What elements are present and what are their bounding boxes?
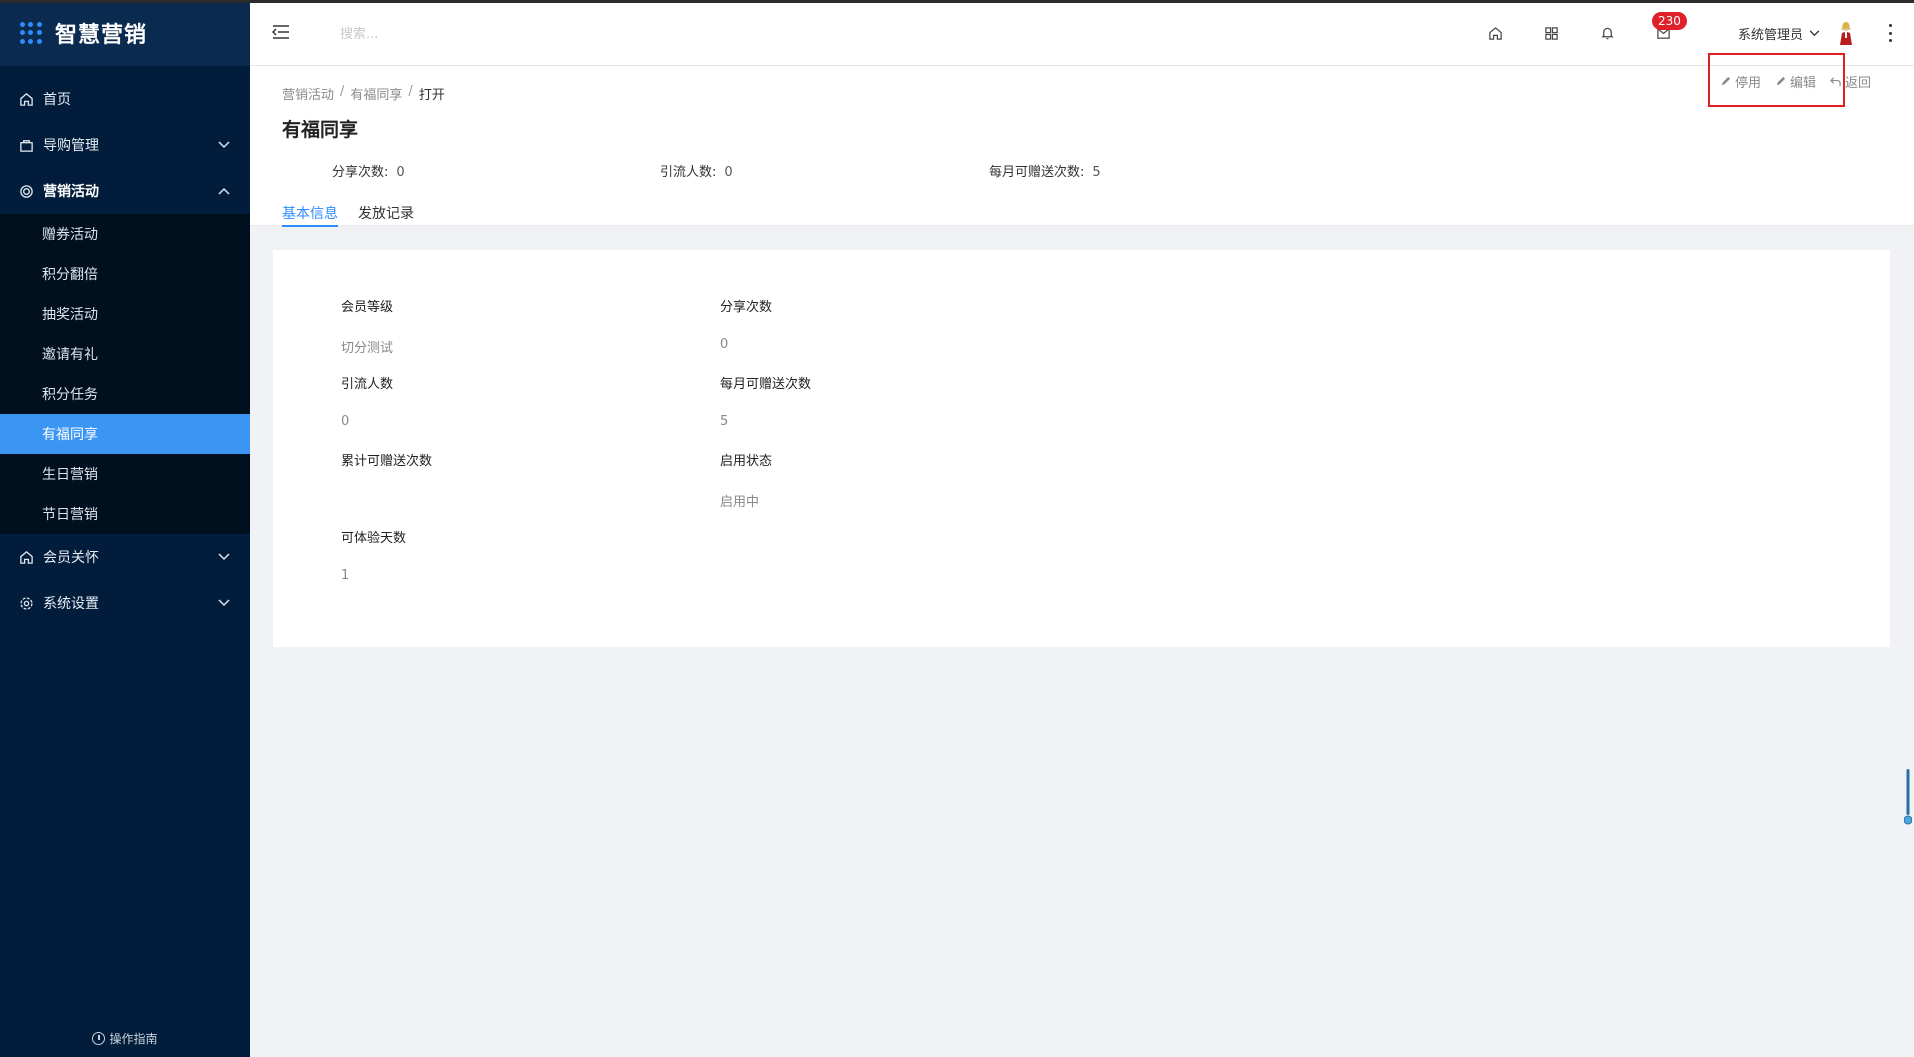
home-icon — [18, 549, 34, 565]
bag-icon — [18, 137, 34, 153]
sidebar-subitem-birthday[interactable]: 生日营销 — [0, 454, 250, 494]
logo[interactable]: 智慧营销 — [0, 0, 250, 66]
sidebar-subitem-share[interactable]: 有福同享 — [0, 414, 250, 454]
chevron-down-icon — [218, 137, 230, 153]
tabs: 基本信息 发放记录 — [282, 203, 434, 227]
sidebar-subitem-invite[interactable]: 邀请有礼 — [0, 334, 250, 374]
sidebar-item-label: 系统设置 — [43, 596, 99, 612]
sidebar-item-settings[interactable]: 系统设置 — [0, 580, 250, 626]
sidebar-subitem-points-task[interactable]: 积分任务 — [0, 374, 250, 414]
bell-icon[interactable] — [1598, 24, 1616, 42]
stat-value: 0 — [724, 165, 733, 180]
clock-icon — [92, 1032, 106, 1045]
gear-icon — [18, 595, 34, 611]
page-title: 有福同享 — [282, 119, 359, 141]
sidebar-subitem-coupon[interactable]: 赠券活动 — [0, 214, 250, 254]
field-label-monthly-gift-count: 每月可赠送次数 — [720, 377, 812, 392]
operation-guide-link[interactable]: 操作指南 — [0, 1030, 250, 1047]
chevron-down-icon — [218, 549, 230, 565]
breadcrumb-item[interactable]: 有福同享 — [350, 84, 402, 103]
marketing-submenu: 赠券活动 积分翻倍 抽奖活动 邀请有礼 积分任务 有福同享 生日营销 节日营销 — [0, 214, 250, 534]
chevron-up-icon — [218, 183, 230, 199]
field-value-trial-days: 1 — [341, 568, 350, 583]
sidebar-item-label: 会员关怀 — [43, 550, 99, 566]
field-value-share-count: 0 — [720, 337, 729, 352]
tab-basic-info[interactable]: 基本信息 — [282, 203, 338, 227]
sidebar-item-label: 营销活动 — [43, 184, 99, 200]
sidebar-item-home[interactable]: 首页 — [0, 76, 250, 122]
breadcrumb-separator: / — [340, 84, 345, 99]
breadcrumb: 营销活动 / 有福同享 / 打开 — [282, 84, 445, 103]
user-menu[interactable]: 系统管理员 — [1738, 24, 1820, 43]
sidebar-item-marketing[interactable]: 营销活动 — [0, 168, 250, 214]
sidebar-menu-bottom: 会员关怀 系统设置 — [0, 534, 250, 626]
stat-monthly-gift-count: 每月可赠送次数: 5 — [989, 161, 1101, 180]
sidebar-subitem-lottery[interactable]: 抽奖活动 — [0, 294, 250, 334]
field-label-share-count: 分享次数 — [720, 300, 773, 315]
field-label-trial-days: 可体验天数 — [341, 531, 407, 546]
thermometer-icon[interactable] — [1903, 768, 1913, 826]
stat-value: 0 — [396, 165, 405, 180]
more-vertical-icon[interactable] — [1887, 24, 1893, 42]
field-label-referral-count: 引流人数 — [341, 377, 394, 392]
sidebar-menu: 首页 导购管理 营销活动 — [0, 76, 250, 214]
highlight-box — [1708, 53, 1845, 107]
field-value-referral-count: 0 — [341, 414, 350, 429]
page-head: 营销活动 / 有福同享 / 打开 停用 编辑 返回 有福同享 分享次数: 0 引流… — [250, 66, 1914, 227]
chevron-down-icon — [1809, 30, 1820, 37]
field-label-member-level: 会员等级 — [341, 300, 394, 315]
sidebar-item-label: 首页 — [43, 92, 71, 108]
sidebar-item-label: 导购管理 — [43, 138, 99, 154]
logo-text: 智慧营销 — [55, 23, 148, 48]
breadcrumb-item[interactable]: 营销活动 — [282, 84, 334, 103]
sidebar-item-member-care[interactable]: 会员关怀 — [0, 534, 250, 580]
breadcrumb-separator: / — [408, 84, 413, 99]
stat-label: 引流人数: — [660, 165, 717, 180]
sidebar-subitem-holiday[interactable]: 节日营销 — [0, 494, 250, 534]
tab-issue-records[interactable]: 发放记录 — [358, 203, 414, 227]
field-label-enable-status: 启用状态 — [720, 454, 773, 469]
grid-icon[interactable] — [1542, 24, 1560, 42]
stat-label: 分享次数: — [332, 165, 389, 180]
field-value-enable-status: 启用中 — [720, 495, 760, 510]
menu-toggle-icon[interactable] — [271, 24, 290, 40]
breadcrumb-current: 打开 — [418, 88, 445, 103]
sidebar: 智慧营销 首页 导购管理 营销活动 赠券活动 积分翻倍 抽奖活动 邀请有礼 积分… — [0, 0, 250, 1057]
sidebar-item-guide-management[interactable]: 导购管理 — [0, 122, 250, 168]
back-button-label: 返回 — [1845, 76, 1872, 91]
chevron-down-icon — [218, 595, 230, 611]
apps-grid-icon — [20, 22, 42, 44]
basic-info-card: 会员等级 切分测试 分享次数 0 引流人数 0 每月可赠送次数 5 累计可赠送次… — [273, 250, 1890, 647]
field-value-monthly-gift-count: 5 — [720, 414, 729, 429]
stat-share-count: 分享次数: 0 — [332, 161, 405, 180]
target-icon — [18, 183, 34, 199]
guide-label: 操作指南 — [109, 1032, 158, 1046]
avatar[interactable] — [1836, 20, 1856, 46]
window-top-strip — [0, 0, 1914, 3]
user-name: 系统管理员 — [1738, 28, 1804, 43]
notification-badge: 230 — [1652, 12, 1687, 30]
field-value-member-level: 切分测试 — [341, 341, 394, 356]
field-label-total-gift-count: 累计可赠送次数 — [341, 454, 433, 469]
top-header: 230 系统管理员 — [250, 0, 1914, 66]
stat-value: 5 — [1092, 165, 1101, 180]
home-icon[interactable] — [1486, 24, 1504, 42]
home-icon — [18, 91, 34, 107]
sidebar-subitem-points-double[interactable]: 积分翻倍 — [0, 254, 250, 294]
stat-referral-count: 引流人数: 0 — [660, 161, 733, 180]
stat-label: 每月可赠送次数: — [989, 165, 1085, 180]
search-input[interactable] — [340, 22, 640, 46]
